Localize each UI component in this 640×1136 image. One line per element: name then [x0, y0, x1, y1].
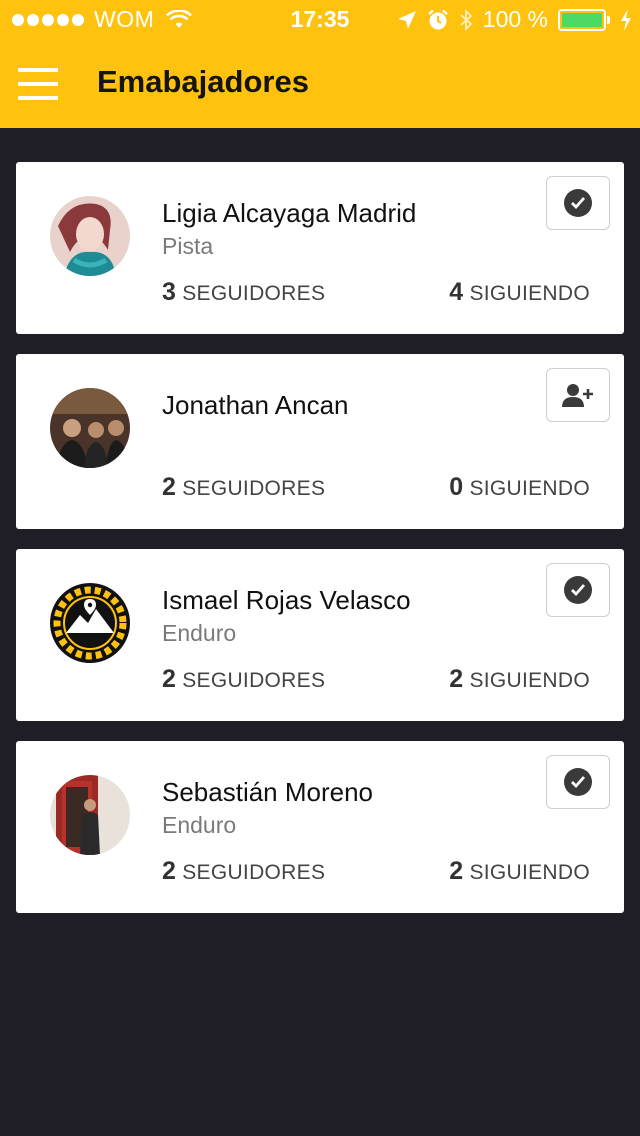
battery-icon [558, 8, 610, 31]
hamburger-menu-icon[interactable] [18, 68, 58, 100]
alarm-icon [427, 9, 448, 29]
following-number: 2 [449, 665, 464, 693]
battery-percent: 100 % [482, 6, 548, 32]
avatar [50, 583, 130, 663]
ambassador-list: Ligia Alcayaga Madrid Pista 3 SEGUIDORES … [16, 162, 624, 933]
page-title: Emabajadores [97, 64, 309, 99]
following-label: SIGUIENDO [469, 861, 590, 884]
following-toggle-button[interactable] [546, 176, 610, 230]
battery-level [562, 12, 602, 27]
follow-button[interactable] [546, 368, 610, 422]
followers-count: 2 SEGUIDORES [162, 857, 325, 886]
following-number: 0 [449, 473, 464, 501]
ambassador-category: Enduro [162, 620, 237, 646]
following-count: 2 SIGUIENDO [449, 665, 590, 694]
app-bar: Emabajadores [0, 40, 640, 128]
location-arrow-icon [397, 10, 416, 29]
following-count: 2 SIGUIENDO [449, 857, 590, 886]
add-user-icon [562, 384, 593, 407]
followers-label: SEGUIDORES [182, 282, 326, 305]
check-circle-icon [564, 189, 592, 217]
ambassador-category: Enduro [162, 812, 237, 838]
bluetooth-icon [460, 8, 473, 31]
followers-number: 3 [162, 278, 177, 306]
check-circle-icon [564, 576, 592, 604]
ambassador-card[interactable]: Sebastián Moreno Enduro 2 SEGUIDORES 2 SIG… [16, 741, 624, 913]
ambassador-name[interactable]: Sebastián Moreno [162, 777, 373, 808]
following-count: 0 SIGUIENDO [449, 473, 590, 502]
check-circle-icon [564, 768, 592, 796]
avatar [50, 775, 130, 855]
status-bar: WOM 17:35 100 % [0, 0, 640, 40]
followers-number: 2 [162, 857, 177, 885]
ambassador-name[interactable]: Ismael Rojas Velasco [162, 585, 411, 616]
avatar [50, 388, 130, 468]
following-label: SIGUIENDO [469, 477, 590, 500]
followers-number: 2 [162, 473, 177, 501]
followers-label: SEGUIDORES [182, 669, 326, 692]
ambassador-category: Pista [162, 233, 214, 259]
ambassador-card[interactable]: Ligia Alcayaga Madrid Pista 3 SEGUIDORES … [16, 162, 624, 334]
following-toggle-button[interactable] [546, 563, 610, 617]
following-number: 4 [449, 278, 464, 306]
followers-label: SEGUIDORES [182, 861, 326, 884]
ambassador-name[interactable]: Ligia Alcayaga Madrid [162, 198, 416, 229]
ambassador-card[interactable]: Jonathan Ancan 2 SEGUIDORES 0 SIGUIENDO [16, 354, 624, 529]
status-right: 100 % [397, 6, 632, 33]
ambassador-card[interactable]: Ismael Rojas Velasco Enduro 2 SEGUIDORES … [16, 549, 624, 721]
followers-label: SEGUIDORES [182, 477, 326, 500]
following-toggle-button[interactable] [546, 755, 610, 809]
following-label: SIGUIENDO [469, 669, 590, 692]
following-count: 4 SIGUIENDO [449, 278, 590, 307]
following-number: 2 [449, 857, 464, 885]
followers-number: 2 [162, 665, 177, 693]
avatar [50, 196, 130, 276]
followers-count: 2 SEGUIDORES [162, 473, 325, 502]
followers-count: 3 SEGUIDORES [162, 278, 325, 307]
ambassador-name[interactable]: Jonathan Ancan [162, 390, 349, 421]
followers-count: 2 SEGUIDORES [162, 665, 325, 694]
following-label: SIGUIENDO [469, 282, 590, 305]
charging-bolt-icon [621, 8, 631, 31]
